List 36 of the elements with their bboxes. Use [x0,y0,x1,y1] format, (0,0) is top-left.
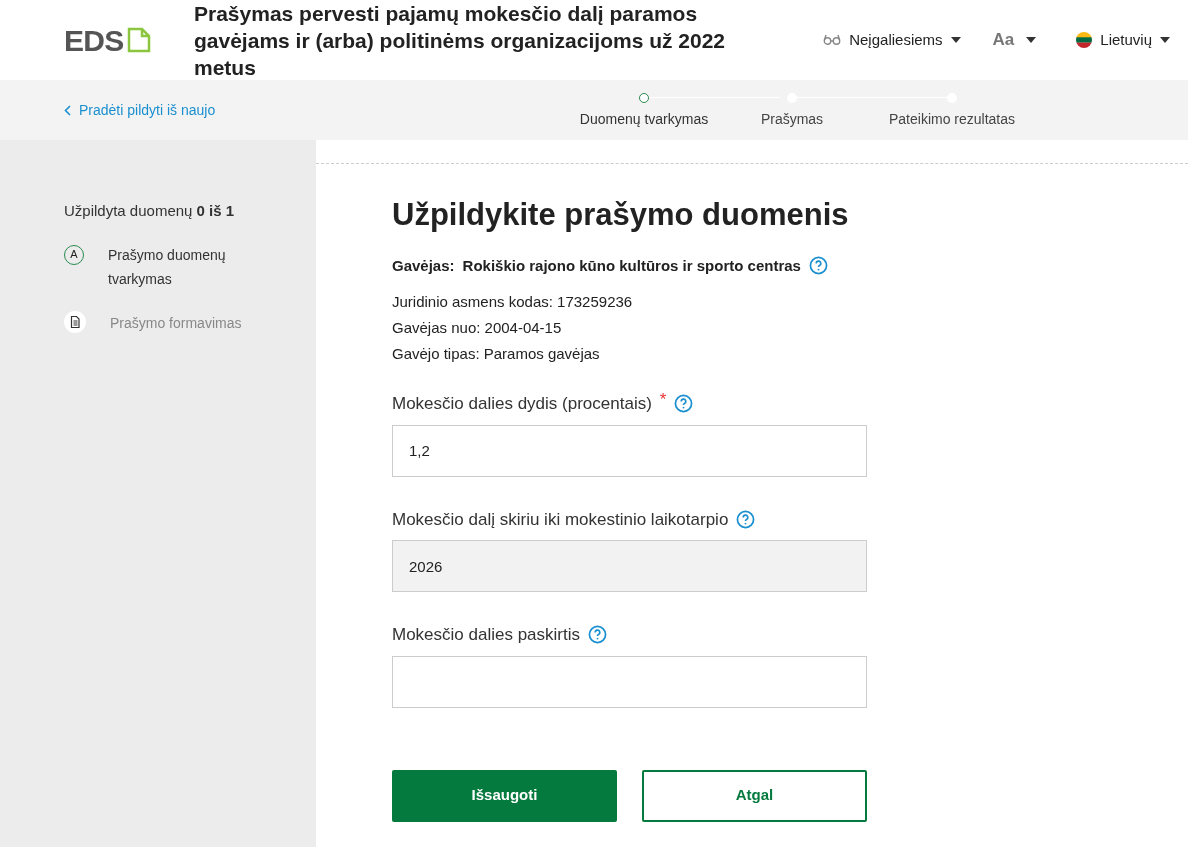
help-icon[interactable] [588,625,607,645]
save-button[interactable]: Išsaugoti [392,769,617,822]
field-label: Mokesčio dalį skiriu iki mokestinio laikotarpio [392,508,729,531]
field-label: Mokesčio dalies paskirtis [392,624,580,646]
help-icon[interactable] [736,509,756,529]
document-icon [127,27,152,53]
step-label: Prašymas [760,109,824,129]
caret-icon [1026,37,1037,43]
field-label: Mokesčio dalies dydis (procentais) [392,393,652,415]
help-icon[interactable] [674,394,694,414]
glasses-icon [823,34,842,46]
input-field[interactable] [392,655,867,708]
step-label: Duomenų tvarkymas [579,109,709,129]
progress-text: Užpildyta duomenų 0 iš 1 [64,201,236,221]
chevron-left-icon [64,104,71,116]
form-heading: Užpildykite prašymo duomenis [392,196,850,234]
recipient-detail: Gavėjas nuo: 2004-04-15 [392,318,563,338]
document-icon [64,310,86,333]
caret-icon [950,37,961,43]
input-field[interactable]: 1,2 [392,424,867,477]
logo-text: EDS [64,22,124,59]
language-menu[interactable]: Lietuvių [1076,28,1170,52]
required-mark: * [659,389,667,411]
font-size-menu[interactable]: Aa [992,27,1037,53]
help-icon[interactable] [808,256,828,276]
step-label: Pateikimo rezultatas [888,109,1016,129]
flag-icon [1076,32,1093,48]
page-title: Prašymas pervesti pajamų mokesčio dalį paramos gavėjams ir (arba) politinėms organizacijoms už 2022 metus [194,0,727,81]
sidebar-item[interactable]: Prašymo duomenų tvarkymas [108,242,268,291]
caret-icon [1160,37,1170,43]
accessibility-menu[interactable]: Neįgaliesiems [823,28,961,52]
recipient-detail: Gavėjo tipas: Paramos gavėjas [392,344,601,364]
recipient-label: Gavėjas: [392,255,455,276]
recipient-name: Rokiškio rajono kūno kultūros ir sporto centras [462,255,801,276]
back-button[interactable]: Atgal [642,769,867,822]
recipient-detail: Juridinio asmens kodas: 173259236 [392,292,634,312]
